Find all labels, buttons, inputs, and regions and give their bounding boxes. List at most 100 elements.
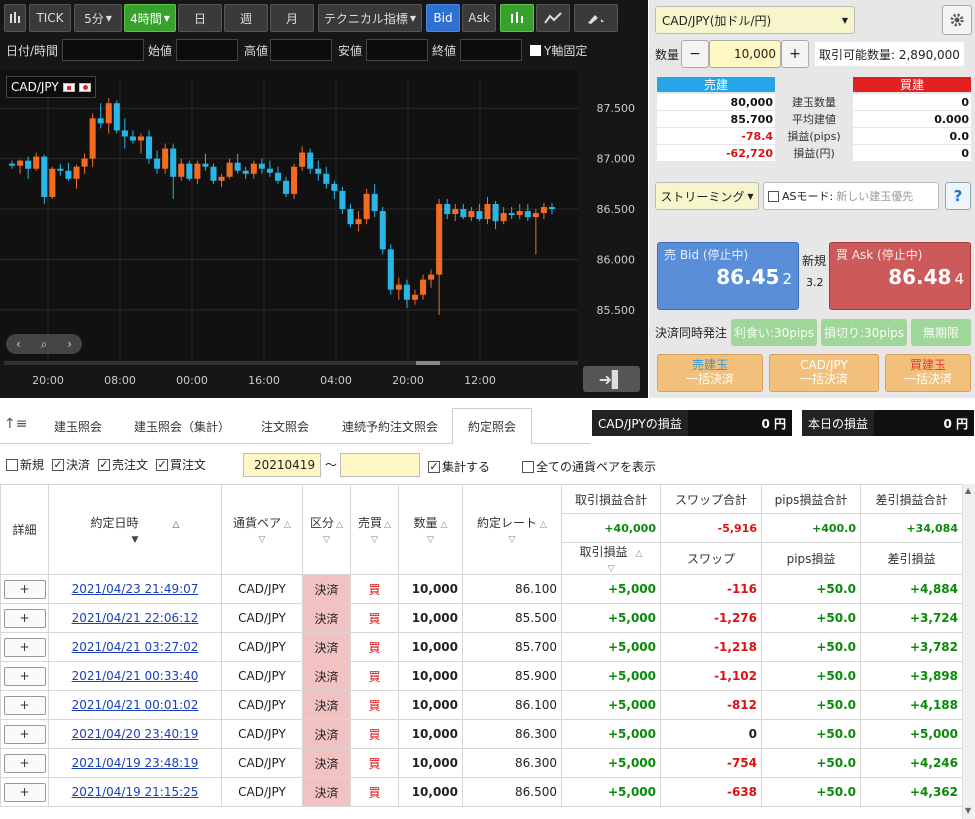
col-date[interactable]: 約定日時 △ ▼ <box>48 484 222 575</box>
candle-body <box>17 160 24 166</box>
exec-pair: CAD/JPY <box>221 748 303 778</box>
date-to-input[interactable] <box>340 453 420 477</box>
gear-icon[interactable] <box>942 5 972 35</box>
filter-sell-label: 売注文 <box>112 458 149 472</box>
expand-detail-button[interactable]: + <box>3 666 46 686</box>
candle-body <box>331 183 338 191</box>
close-all-buy-button[interactable]: 買建玉 一括決済 <box>885 354 971 392</box>
ask-buy-button[interactable]: 買 Ask (停止中) 86.48 4 <box>829 242 971 310</box>
unlimited-button[interactable]: 無期限 <box>911 319 971 346</box>
filter-sell-checkbox[interactable]: ✓ 売注文 <box>98 456 148 473</box>
exec-date-link[interactable]: 2021/04/19 23:48:19 <box>48 748 222 778</box>
exec-qty: 10,000 <box>398 690 463 720</box>
stop-loss-button[interactable]: 損切り:30pips <box>821 319 907 346</box>
help-icon[interactable]: ? <box>945 182 971 210</box>
date-from-input[interactable]: 20210419 <box>243 453 321 477</box>
expand-detail-button[interactable]: + <box>3 579 46 599</box>
as-mode-checkbox[interactable] <box>768 190 779 202</box>
bid-sell-button[interactable]: 売 Bid (停止中) 86.45 2 <box>657 242 799 310</box>
filter-buy-label: 買注文 <box>170 458 207 472</box>
as-mode-field[interactable]: ASモード: 新しい建玉優先 <box>763 182 939 210</box>
col-qty[interactable]: 数量 △ ▽ <box>398 484 463 575</box>
qty-plus-button[interactable]: + <box>781 40 809 68</box>
take-profit-button[interactable]: 利食い:30pips <box>731 319 817 346</box>
draw-tool-icon[interactable] <box>574 4 618 32</box>
exec-qty: 10,000 <box>398 748 463 778</box>
table-scrollbar[interactable]: ▲ ▼ <box>962 484 975 819</box>
exec-date-link[interactable]: 2021/04/21 00:01:02 <box>48 690 222 720</box>
qty-minus-button[interactable]: − <box>681 40 709 68</box>
filter-settle-checkbox[interactable]: ✓ 決済 <box>52 456 90 473</box>
scroll-down-icon[interactable]: ▼ <box>965 806 971 815</box>
tf-week-button[interactable]: 週 <box>224 4 268 32</box>
y-axis-fix-checkbox[interactable]: Y軸固定 <box>530 38 587 62</box>
tf-4h-button[interactable]: 4時間 ▼ <box>124 4 176 32</box>
filter-buy-checkbox[interactable]: ✓ 買注文 <box>156 456 206 473</box>
tf-5min-button[interactable]: 5分 ▼ <box>74 4 122 32</box>
scroll-left-icon[interactable]: ‹ <box>16 337 21 351</box>
streaming-select[interactable]: ストリーミング ▼ <box>655 182 759 210</box>
expand-detail-button[interactable]: + <box>3 782 46 802</box>
expand-detail-button[interactable]: + <box>3 695 46 715</box>
expand-detail-button[interactable]: + <box>3 637 46 657</box>
scroll-right-icon[interactable]: › <box>67 337 72 351</box>
candlestick-chart[interactable]: 87.500 87.000 86.500 86.000 85.500 20:00 08:00… <box>0 70 648 398</box>
line-chart-icon[interactable] <box>536 4 570 32</box>
filter-new-checkbox[interactable]: 新規 <box>6 456 44 473</box>
history-panel: ↑≡ 建玉照会 建玉照会（集計） 注文照会 連続予約注文照会 約定照会 CAD/… <box>0 400 975 819</box>
col-side[interactable]: 売買 △ ▽ <box>350 484 399 575</box>
japan-flag-icon <box>78 82 91 92</box>
tf-day-button[interactable]: 日 <box>178 4 222 32</box>
expand-detail-button[interactable]: + <box>3 753 46 773</box>
exec-swap: -638 <box>660 777 762 807</box>
sell-value: 85.700 <box>657 111 775 127</box>
bid-button[interactable]: Bid <box>426 4 460 32</box>
exec-date-link[interactable]: 2021/04/21 22:06:12 <box>48 603 222 633</box>
position-row-label: 損益(pips) <box>787 130 841 143</box>
y-tick-label: 87.500 <box>597 102 636 115</box>
close-all-sell-button[interactable]: 売建玉 一括決済 <box>657 354 763 392</box>
all-pairs-checkbox[interactable]: 全ての通貨ペアを表示 <box>522 458 656 475</box>
y-axis-fix-label: Y軸固定 <box>544 43 588 58</box>
col-pl[interactable]: 取引損益 △ ▽ <box>561 542 661 575</box>
candle-type-icon[interactable] <box>4 4 26 32</box>
jump-latest-icon[interactable]: ➜▌ <box>583 366 640 392</box>
chart-scrollbar[interactable] <box>4 361 578 365</box>
tf-month-button[interactable]: 月 <box>270 4 314 32</box>
scrollbar-thumb[interactable] <box>416 361 440 365</box>
tab-executions[interactable]: 約定照会 <box>452 408 532 444</box>
ohlc-close-field <box>460 39 522 61</box>
candle-body <box>234 162 241 171</box>
col-pair[interactable]: 通貨ペア △ ▽ <box>221 484 303 575</box>
candle-body <box>516 211 523 216</box>
qty-input[interactable]: 10,000 <box>709 40 781 68</box>
tab-positions[interactable]: 建玉照会 <box>34 408 122 444</box>
tab-orders[interactable]: 注文照会 <box>242 408 328 444</box>
scroll-up-icon[interactable]: ▲ <box>965 486 971 495</box>
sort-toggle-icon[interactable]: ↑≡ <box>4 416 27 432</box>
pair-select[interactable]: CAD/JPY(加ドル/円) ▼ <box>655 6 855 34</box>
buy-value: 0 <box>853 94 971 110</box>
close-all-buy-line2: 一括決済 <box>903 372 952 386</box>
exec-date-link[interactable]: 2021/04/20 23:40:19 <box>48 719 222 749</box>
tab-positions-summary[interactable]: 建玉照会（集計） <box>122 408 242 444</box>
exec-pl: +5,000 <box>561 632 661 662</box>
aggregate-checkbox[interactable]: ✓ 集計する <box>428 458 490 475</box>
bar-chart-icon[interactable] <box>500 4 534 32</box>
col-rate[interactable]: 約定レート △ ▽ <box>462 484 562 575</box>
expand-detail-button[interactable]: + <box>3 608 46 628</box>
exec-date-link[interactable]: 2021/04/21 03:27:02 <box>48 632 222 662</box>
col-kind[interactable]: 区分 △ ▽ <box>302 484 351 575</box>
expand-detail-button[interactable]: + <box>3 724 46 744</box>
tf-5min-label: 5分 <box>84 11 104 26</box>
zoom-icon[interactable]: ⌕ <box>41 337 48 352</box>
exec-swap: -754 <box>660 748 762 778</box>
tf-tick-button[interactable]: TICK <box>29 4 71 32</box>
close-all-pair-button[interactable]: CAD/JPY 一括決済 <box>769 354 879 392</box>
exec-date-link[interactable]: 2021/04/23 21:49:07 <box>48 574 222 604</box>
ask-button[interactable]: Ask <box>462 4 496 32</box>
technical-indicator-button[interactable]: テクニカル指標 ▼ <box>318 4 422 32</box>
exec-date-link[interactable]: 2021/04/19 21:15:25 <box>48 777 222 807</box>
tab-sequential-orders[interactable]: 連続予約注文照会 <box>328 408 452 444</box>
exec-date-link[interactable]: 2021/04/21 00:33:40 <box>48 661 222 691</box>
